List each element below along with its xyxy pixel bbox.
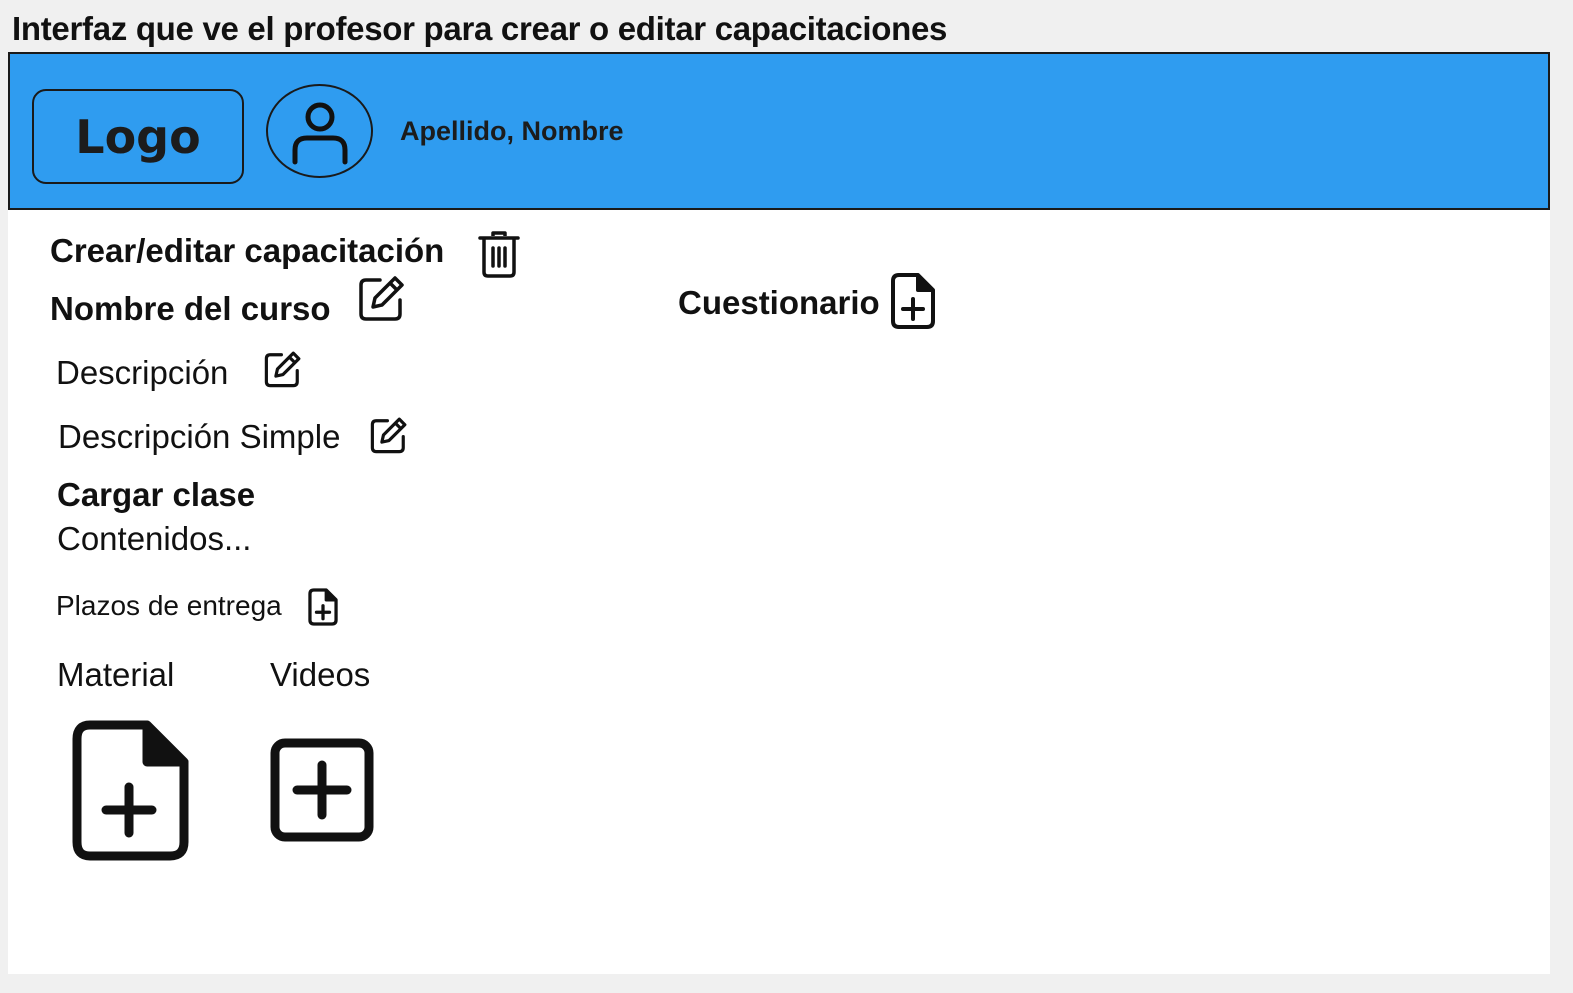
load-class-label: Cargar clase: [57, 476, 256, 513]
edit-description-icon[interactable]: [264, 350, 302, 388]
user-icon: [292, 102, 347, 165]
edit-simple-description-icon[interactable]: [370, 416, 408, 454]
material-label: Material: [57, 656, 175, 693]
top-header: Logo Apellido, Nombre: [8, 52, 1550, 210]
square-plus-icon[interactable]: [270, 738, 374, 842]
form-title: Crear/editar capacitación: [50, 232, 445, 269]
file-plus-icon[interactable]: [890, 272, 936, 330]
simple-description-label: Descripción Simple: [58, 418, 341, 455]
page-caption: Interfaz que ve el profesor para crear o…: [12, 10, 948, 47]
edit-course-name-icon[interactable]: [358, 274, 406, 322]
course-name-label: Nombre del curso: [50, 290, 331, 327]
add-deadline-icon[interactable]: [308, 588, 338, 626]
contents-label: Contenidos...: [57, 520, 252, 557]
trash-icon[interactable]: [478, 230, 520, 278]
user-name: Apellido, Nombre: [400, 116, 624, 146]
videos-label: Videos: [270, 656, 371, 693]
logo[interactable]: Logo: [32, 89, 244, 184]
avatar[interactable]: [266, 84, 373, 178]
deadlines-label: Plazos de entrega: [56, 590, 282, 621]
description-label: Descripción: [56, 354, 229, 391]
app-canvas: Logo Apellido, Nombre Crear/editar capac…: [8, 52, 1550, 974]
add-material-icon[interactable]: [72, 720, 190, 862]
quiz-label: Cuestionario: [678, 284, 880, 321]
